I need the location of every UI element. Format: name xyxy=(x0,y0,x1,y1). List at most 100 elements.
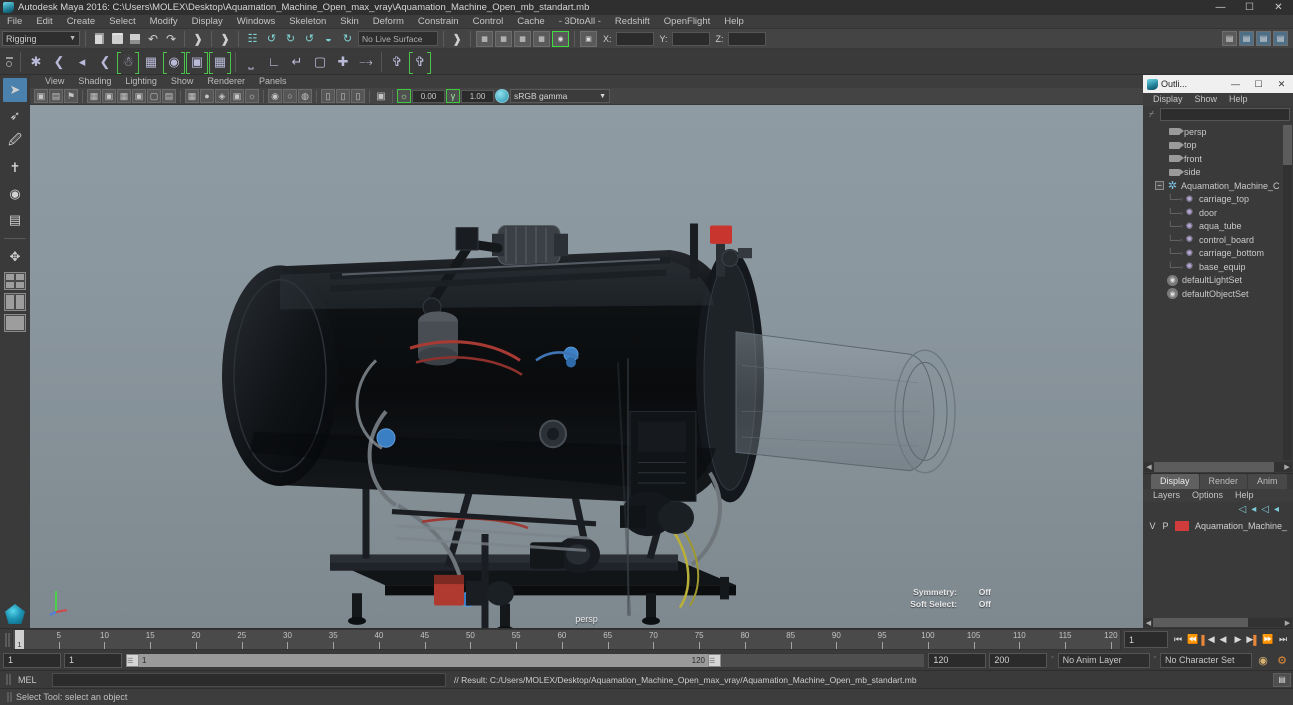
move-tool-icon[interactable]: ✝ xyxy=(3,156,27,180)
shelf-tab-menu-icon[interactable] xyxy=(2,51,16,73)
viewport-menu-panels[interactable]: Panels xyxy=(252,75,294,88)
menu-select[interactable]: Select xyxy=(102,15,142,29)
viewport-menu-view[interactable]: View xyxy=(38,75,71,88)
range-start-field[interactable]: 1 xyxy=(3,652,61,668)
outliner-item-carriage-top[interactable]: └─◦ ✺ carriage_top xyxy=(1143,193,1293,207)
paint-select-tool-icon[interactable]: 🖉 xyxy=(3,130,27,154)
new-scene-icon[interactable] xyxy=(91,31,107,47)
menu-constrain[interactable]: Constrain xyxy=(411,15,466,29)
orient-constraint-icon[interactable]: ↵ xyxy=(286,51,308,73)
parent-constraint-icon[interactable]: ⎵ xyxy=(240,51,262,73)
command-line-grip[interactable] xyxy=(2,674,12,685)
save-scene-icon[interactable] xyxy=(127,31,143,47)
menu-skeleton[interactable]: Skeleton xyxy=(282,15,333,29)
viewport-menu-show[interactable]: Show xyxy=(164,75,201,88)
maximize-button[interactable]: ☐ xyxy=(1235,0,1264,15)
select-camera-icon[interactable]: ▣ xyxy=(34,89,48,103)
output-connections-icon[interactable]: ▦ xyxy=(495,30,512,47)
range-slider-bar[interactable]: ☰ 1 120 ☰ xyxy=(125,652,926,668)
outliner-menu-help[interactable]: Help xyxy=(1223,93,1254,106)
menu-display[interactable]: Display xyxy=(185,15,230,29)
range-start-handle[interactable]: ☰ xyxy=(126,653,139,667)
outliner-maximize-button[interactable]: ☐ xyxy=(1247,75,1270,93)
select-tool-icon[interactable]: ➤ xyxy=(3,78,27,102)
viewport-menu-lighting[interactable]: Lighting xyxy=(118,75,164,88)
playback-end-field[interactable]: 120 xyxy=(928,652,987,668)
input-connections-icon[interactable]: ▦ xyxy=(476,30,493,47)
exposure-reset-icon[interactable]: ▣ xyxy=(374,89,388,103)
menu-windows[interactable]: Windows xyxy=(230,15,283,29)
character-set-dropdown[interactable]: No Character Set xyxy=(1160,652,1252,668)
menu-modify[interactable]: Modify xyxy=(143,15,185,29)
open-scene-icon[interactable] xyxy=(109,31,125,47)
two-pane-side-layout-icon[interactable] xyxy=(4,293,26,311)
outliner-item-default-light-set[interactable]: ◉ defaultLightSet xyxy=(1143,274,1293,288)
command-language-label[interactable]: MEL xyxy=(14,675,50,685)
outliner-item-control-board[interactable]: └─◦ ✺ control_board xyxy=(1143,233,1293,247)
smooth-bind-icon[interactable]: ▣ xyxy=(186,51,208,74)
step-back-key-button[interactable]: ⏪ xyxy=(1186,631,1200,649)
undo-icon[interactable]: ↶ xyxy=(145,31,161,47)
outliner-minimize-button[interactable]: — xyxy=(1224,75,1247,93)
component-mask-expand-icon[interactable]: ❱ xyxy=(217,31,233,47)
attribute-editor-icon[interactable]: ▤ xyxy=(1222,31,1237,46)
aim-constraint-icon[interactable]: ✚ xyxy=(332,51,354,73)
bind-skin-icon[interactable]: ▦ xyxy=(140,51,162,73)
new-layer-from-selected-icon[interactable]: ◂ xyxy=(1251,504,1256,515)
menu-cache[interactable]: Cache xyxy=(510,15,551,29)
four-pane-layout-icon[interactable] xyxy=(4,272,26,290)
range-end-field[interactable]: 200 xyxy=(989,652,1048,668)
motion-blur-icon[interactable]: ◍ xyxy=(298,89,312,103)
viewport-menu-renderer[interactable]: Renderer xyxy=(200,75,252,88)
resolution-gate-icon[interactable]: ▢ xyxy=(147,89,161,103)
animation-preferences-icon[interactable]: ⚙ xyxy=(1274,652,1290,668)
scrollbar-thumb[interactable] xyxy=(1153,618,1248,627)
quick-rig-icon[interactable]: ☃ xyxy=(117,51,139,74)
move-layer-up-icon[interactable]: ◁ xyxy=(1261,504,1269,515)
move-layer-down-icon[interactable]: ◂ xyxy=(1274,504,1279,515)
outliner-item-default-object-set[interactable]: ◉ defaultObjectSet xyxy=(1143,287,1293,301)
coord-y-field[interactable] xyxy=(671,31,710,46)
menu-skin[interactable]: Skin xyxy=(333,15,365,29)
outliner-item-carriage-bottom[interactable]: └─◦ ✺ carriage_bottom xyxy=(1143,247,1293,261)
chevron-down-icon[interactable]: ˇ xyxy=(1153,657,1157,664)
render-mask-expand-icon[interactable]: ❱ xyxy=(449,31,465,47)
color-management-icon[interactable] xyxy=(495,89,509,103)
gamma-icon[interactable]: γ xyxy=(446,89,460,103)
dg-traversal-icon[interactable]: ▦ xyxy=(533,30,550,47)
single-pane-layout-icon[interactable] xyxy=(4,314,26,332)
command-input-field[interactable] xyxy=(52,672,446,687)
chevron-down-icon[interactable]: ˇ xyxy=(1050,657,1054,664)
xray-icon[interactable]: ▯ xyxy=(351,89,365,103)
menu-file[interactable]: File xyxy=(0,15,29,29)
last-tool-used-icon[interactable]: ✥ xyxy=(3,245,27,269)
menu-redshift[interactable]: Redshift xyxy=(608,15,657,29)
menu-3dtoall[interactable]: - 3DtoAll - xyxy=(552,15,608,29)
scale-tool-icon[interactable]: ▤ xyxy=(3,208,27,232)
outliner-menu-display[interactable]: Display xyxy=(1147,93,1189,106)
play-backwards-button[interactable]: ◀ xyxy=(1216,631,1230,649)
live-surface-field[interactable]: No Live Surface xyxy=(358,31,438,46)
layer-editor-horizontal-scrollbar[interactable]: ◀ ▶ xyxy=(1144,618,1292,627)
outliner-item-top[interactable]: top xyxy=(1143,139,1293,153)
snap-curve-icon[interactable]: ↺ xyxy=(263,30,280,47)
play-forwards-button[interactable]: ▶ xyxy=(1231,631,1245,649)
two-d-pan-zoom-icon[interactable]: ▣ xyxy=(102,89,116,103)
ik-handle-icon[interactable]: ❮ xyxy=(48,51,70,73)
camera-attributes-icon[interactable]: ▤ xyxy=(49,89,63,103)
new-layer-icon[interactable]: ◁ xyxy=(1239,504,1247,515)
tab-render[interactable]: Render xyxy=(1199,474,1248,489)
layer-editor-icon[interactable]: ▤ xyxy=(1273,31,1288,46)
outliner-item-door[interactable]: └─◦ ✺ door xyxy=(1143,206,1293,220)
go-to-end-button[interactable]: ⏭ xyxy=(1276,631,1290,649)
layer-menu-layers[interactable]: Layers xyxy=(1147,489,1186,502)
time-slider-track[interactable]: 1 5 10 15 20 25 30 35 40 45 50 55 60 65 70 75 80 85 90 95 1… xyxy=(12,629,1121,650)
outliner-item-aquamation-machine[interactable]: − ✲ Aquamation_Machine_C xyxy=(1143,179,1293,193)
outliner-close-button[interactable]: ✕ xyxy=(1270,75,1293,93)
scrollbar-thumb[interactable] xyxy=(1154,462,1274,472)
select-mask-expand-icon[interactable]: ❱ xyxy=(190,31,206,47)
scale-constraint-icon[interactable]: ▢ xyxy=(309,51,331,73)
channel-box-icon[interactable]: ▤ xyxy=(1256,31,1271,46)
minimize-button[interactable]: — xyxy=(1206,0,1235,15)
snap-view-plane-icon[interactable]: ◒ xyxy=(320,30,337,47)
